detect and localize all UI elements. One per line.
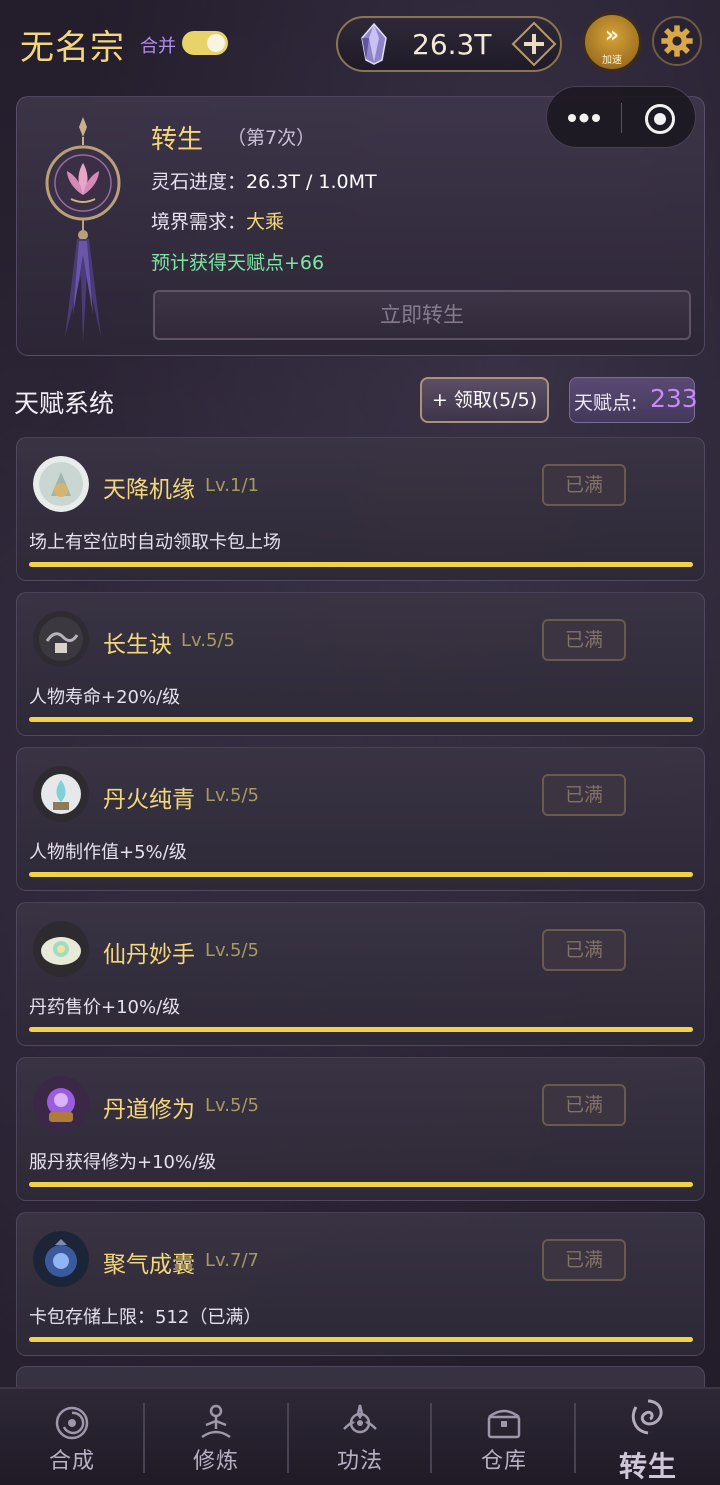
rebirth-count: （第7次）: [227, 127, 316, 149]
talent-points-display: 天赋点: 233: [569, 377, 698, 423]
stone-progress-row: 灵石进度：26.3T / 1.0MT: [151, 167, 377, 194]
talent-level: Lv.5/5: [205, 785, 259, 806]
talent-card: 丹道修为 Lv.5/5 已满 服丹获得修为+10%/级: [16, 1057, 705, 1201]
sect-name: 无名宗: [20, 28, 125, 68]
talent-maxed-button[interactable]: 已满: [542, 929, 626, 971]
talent-progress-fill: [29, 1337, 693, 1342]
spirit-stone-counter: 26.3T: [336, 16, 562, 72]
talent-progress-bar: [29, 872, 693, 877]
talent-maxed-button[interactable]: 已满: [542, 774, 626, 816]
talent-description: 人物制作值+5%/级: [29, 842, 187, 863]
talent-description: 卡包存储上限：512（已满）: [29, 1307, 262, 1328]
talent-card: 聚气成囊 Lv.7/7 已满 卡包存储上限：512（已满）: [16, 1212, 705, 1356]
add-currency-button[interactable]: [510, 20, 558, 68]
longevity-scroll-icon: [33, 611, 89, 667]
talent-section-title: 天赋系统: [14, 389, 115, 418]
talent-level: Lv.7/7: [205, 1250, 259, 1271]
more-options-icon[interactable]: [567, 108, 601, 128]
currency-amount: 26.3T: [412, 28, 492, 61]
talent-level: Lv.5/5: [181, 630, 235, 651]
spirit-crystal-icon: [361, 22, 387, 65]
talent-level: Lv.5/5: [205, 1095, 259, 1116]
talent-progress-bar: [29, 1337, 693, 1342]
talent-name: 聚气成囊: [103, 1252, 195, 1278]
merge-label: 合并: [140, 36, 176, 57]
speed-label: 加速: [602, 55, 622, 66]
nav-tab-rebirth[interactable]: 转生: [576, 1389, 720, 1485]
talent-card: 长生诀 Lv.5/5 已满 人物寿命+20%/级: [16, 592, 705, 736]
talent-description: 服丹获得修为+10%/级: [29, 1152, 217, 1173]
blessing-orb-icon: [33, 456, 89, 512]
talent-progress-bar: [29, 1182, 693, 1187]
elixir-hands-icon: [33, 921, 89, 977]
nav-label: 合成: [48, 1449, 95, 1474]
nav-label: 功法: [336, 1449, 383, 1474]
talent-progress-fill: [29, 1182, 693, 1187]
talent-description: 人物寿命+20%/级: [29, 687, 181, 708]
nav-tab-warehouse[interactable]: 仓库: [432, 1389, 576, 1485]
rebirth-title: 转生: [151, 125, 204, 155]
nav-tab-cultivation[interactable]: 修炼: [144, 1389, 288, 1485]
expected-talent-points: 预计获得天赋点+66: [151, 252, 325, 274]
lotus-pendant-icon: [45, 117, 121, 343]
fast-forward-icon: »: [604, 23, 620, 48]
settings-button[interactable]: [652, 16, 702, 66]
talent-maxed-button[interactable]: 已满: [542, 1084, 626, 1126]
qi-pouch-icon: [33, 1231, 89, 1287]
talent-level: Lv.5/5: [205, 940, 259, 961]
talent-progress-bar: [29, 1027, 693, 1032]
talent-name: 天降机缘: [103, 477, 195, 503]
capsule-divider: [621, 103, 622, 133]
merge-toggle[interactable]: [182, 31, 228, 55]
nav-tab-techniques[interactable]: 功法: [288, 1389, 432, 1485]
gear-icon: [661, 25, 693, 57]
claim-talent-button[interactable]: + 领取(5/5): [420, 377, 549, 423]
nav-tab-synthesis[interactable]: 合成: [0, 1389, 144, 1485]
swirl-icon: [55, 1406, 89, 1440]
talent-level: Lv.1/1: [205, 475, 259, 496]
chest-icon: [487, 1409, 521, 1439]
talent-description: 丹药售价+10%/级: [29, 997, 181, 1018]
talent-card: 天降机缘 Lv.1/1 已满 场上有空位时自动领取卡包上场: [16, 437, 705, 581]
nav-label: 转生: [618, 1450, 677, 1483]
realm-requirement-label: 境界需求：: [151, 211, 247, 233]
talent-card: 丹火纯青 Lv.5/5 已满 人物制作值+5%/级: [16, 747, 705, 891]
talent-points-label: 天赋点:: [574, 392, 638, 414]
realm-requirement-value: 大乘: [246, 211, 285, 233]
talent-progress-fill: [29, 872, 693, 877]
vortex-icon: [631, 1399, 663, 1435]
realm-requirement-row: 境界需求：大乘: [151, 207, 284, 234]
talent-maxed-button[interactable]: 已满: [542, 619, 626, 661]
rebirth-now-button[interactable]: 立即转生: [153, 290, 691, 340]
talent-name: 丹道修为: [103, 1097, 195, 1123]
talent-points-value: 233: [650, 384, 698, 413]
talent-name: 长生诀: [103, 632, 172, 658]
stone-progress-label: 灵石进度：: [151, 171, 247, 193]
talent-progress-bar: [29, 562, 693, 567]
alchemy-fire-icon: [33, 766, 89, 822]
talent-progress-fill: [29, 562, 693, 567]
talent-name: 仙丹妙手: [103, 942, 195, 968]
nav-label: 修炼: [192, 1449, 239, 1474]
meditation-icon: [201, 1404, 231, 1439]
nav-label: 仓库: [480, 1449, 527, 1474]
close-miniprogram-icon[interactable]: [645, 104, 675, 134]
talent-progress-bar: [29, 717, 693, 722]
talent-progress-fill: [29, 717, 693, 722]
talent-name: 丹火纯青: [103, 787, 195, 813]
stone-progress-value: 26.3T / 1.0MT: [246, 171, 377, 193]
talent-maxed-button[interactable]: 已满: [542, 464, 626, 506]
emblem-icon: [343, 1404, 377, 1434]
bottom-nav: 合成 修炼 功法 仓库 转生: [0, 1387, 720, 1485]
talent-progress-fill: [29, 1027, 693, 1032]
speed-up-button[interactable]: » 加速: [582, 12, 642, 72]
miniprogram-capsule: [546, 86, 696, 148]
purple-cauldron-icon: [33, 1076, 89, 1132]
talent-maxed-button[interactable]: 已满: [542, 1239, 626, 1281]
talent-card: 仙丹妙手 Lv.5/5 已满 丹药售价+10%/级: [16, 902, 705, 1046]
top-bar: 无名宗 合并 26.3T » 加速: [0, 0, 720, 88]
talent-description: 场上有空位时自动领取卡包上场: [29, 532, 281, 553]
toggle-knob: [207, 34, 225, 52]
